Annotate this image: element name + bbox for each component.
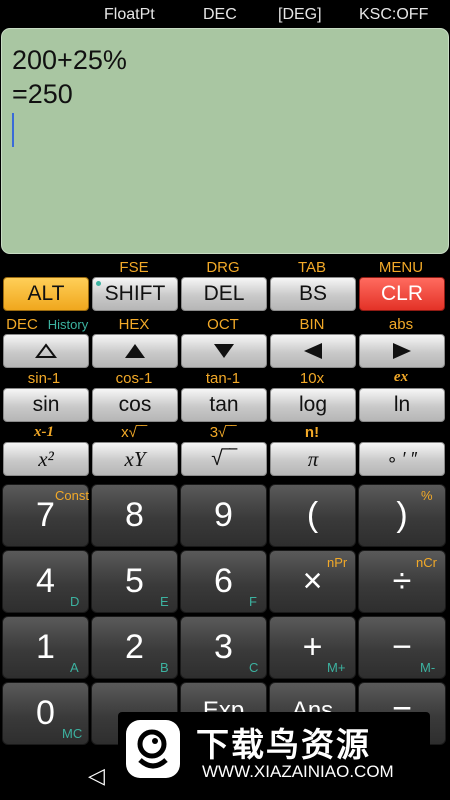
exp-power-label: ex <box>393 369 409 385</box>
key-9-label: 9 <box>214 496 233 534</box>
arrow-right-icon <box>393 343 411 359</box>
oct-label: OCT <box>207 316 239 333</box>
delete-button[interactable]: DEL <box>181 277 267 311</box>
alt-button[interactable]: ALT <box>3 277 89 311</box>
abs-label: abs <box>388 316 414 333</box>
status-bar: FloatPt DEC [DEG] KSC:OFF <box>0 0 450 28</box>
memory-clear-label: MC <box>62 726 83 741</box>
close-paren-label: ) <box>396 496 408 534</box>
arcsin-label: sin-1 <box>27 370 61 387</box>
hex-b-label: B <box>160 660 169 675</box>
degree-minute-second-button[interactable]: ∘ ′ ″ <box>359 442 445 476</box>
hex-label: HEX <box>118 316 150 333</box>
key-8[interactable]: 8 <box>91 484 178 547</box>
hex-c-label: C <box>249 660 259 675</box>
angle-unit-indicator: [DEG] <box>278 6 322 23</box>
key-9[interactable]: 9 <box>180 484 267 547</box>
result-line: =250 <box>12 79 73 109</box>
pi-button[interactable]: π <box>270 442 356 476</box>
memory-minus-label: M- <box>420 660 436 675</box>
drg-label: DRG <box>206 259 240 276</box>
key-7-label: 7 <box>36 496 55 534</box>
key-5-label: 5 <box>125 562 144 600</box>
plus-label: + <box>302 628 323 666</box>
multiply-label: × <box>302 562 323 600</box>
nav-back-button[interactable]: ◁ <box>88 763 105 789</box>
cursor-right-button[interactable] <box>359 334 445 368</box>
text-cursor <box>12 113 14 147</box>
tan-button[interactable]: tan <box>181 388 267 422</box>
sqrt-button[interactable]: √‾‾ <box>181 442 267 476</box>
key-2-label: 2 <box>125 628 144 666</box>
arctan-label: tan-1 <box>205 370 241 387</box>
watermark-chinese-text: 下载鸟资源 <box>196 726 371 763</box>
arrow-left-icon <box>304 343 322 359</box>
float-mode-indicator: FloatPt <box>104 6 155 23</box>
cube-root-label: 3√‾‾ <box>209 424 237 441</box>
percent-label: % <box>421 488 433 503</box>
expression-line: 200+25% <box>12 45 127 75</box>
bird-logo-icon <box>126 720 180 778</box>
watermark-url-text: WWW.XIAZAINIAO.COM <box>202 762 394 781</box>
hex-f-label: F <box>249 594 257 609</box>
backspace-button[interactable]: BS <box>270 277 356 311</box>
sin-button[interactable]: sin <box>3 388 89 422</box>
key-3-label: 3 <box>214 628 233 666</box>
cos-button[interactable]: cos <box>92 388 178 422</box>
shift-label: SHIFT <box>104 282 166 305</box>
history-up-button[interactable] <box>3 334 89 368</box>
xth-root-label: x√‾‾ <box>121 424 147 441</box>
menu-label: MENU <box>378 259 424 276</box>
log-button[interactable]: log <box>270 388 356 422</box>
hex-e-label: E <box>160 594 169 609</box>
tab-label: TAB <box>297 259 327 276</box>
number-base-indicator: DEC <box>203 6 237 23</box>
history-label: History <box>47 317 89 332</box>
hex-d-label: D <box>70 594 80 609</box>
power-button[interactable]: xY <box>92 442 178 476</box>
memory-plus-label: M+ <box>327 660 346 675</box>
key-1-label: 1 <box>36 628 55 666</box>
reciprocal-label: x-1 <box>34 424 54 440</box>
arrow-down-icon <box>214 344 234 358</box>
clear-button[interactable]: CLR <box>359 277 445 311</box>
arccos-label: cos-1 <box>115 370 153 387</box>
arrow-up-icon <box>125 344 145 358</box>
bin-label: BIN <box>299 316 325 333</box>
shift-indicator-dot <box>96 281 101 286</box>
const-label: Const <box>55 488 89 503</box>
triangle-up-outline-icon <box>35 343 57 358</box>
cursor-up-button[interactable] <box>92 334 178 368</box>
minus-label: − <box>392 628 412 666</box>
ten-power-label: 10x <box>299 370 325 387</box>
dec-label: DEC <box>6 316 38 333</box>
cursor-down-button[interactable] <box>181 334 267 368</box>
square-button[interactable]: x² <box>3 442 89 476</box>
calculator-display[interactable]: 200+25% =250 <box>1 28 449 254</box>
cursor-left-button[interactable] <box>270 334 356 368</box>
hex-a-label: A <box>70 660 79 675</box>
key-8-label: 8 <box>125 496 144 534</box>
factorial-label: n! <box>304 424 320 441</box>
key-6-label: 6 <box>214 562 233 600</box>
open-paren-label: ( <box>306 496 319 534</box>
key-4-label: 4 <box>36 562 55 600</box>
divide-label: ÷ <box>392 562 412 600</box>
ln-button[interactable]: ln <box>359 388 445 422</box>
watermark-overlay: 下载鸟资源 WWW.XIAZAINIAO.COM <box>118 712 430 786</box>
fse-label: FSE <box>119 259 149 276</box>
ksc-indicator: KSC:OFF <box>359 6 429 23</box>
shift-button[interactable]: SHIFT <box>92 277 178 311</box>
key-0-label: 0 <box>36 694 55 732</box>
open-paren-button[interactable]: ( <box>269 484 356 547</box>
npr-label: nPr <box>327 555 348 570</box>
ncr-label: nCr <box>416 555 437 570</box>
